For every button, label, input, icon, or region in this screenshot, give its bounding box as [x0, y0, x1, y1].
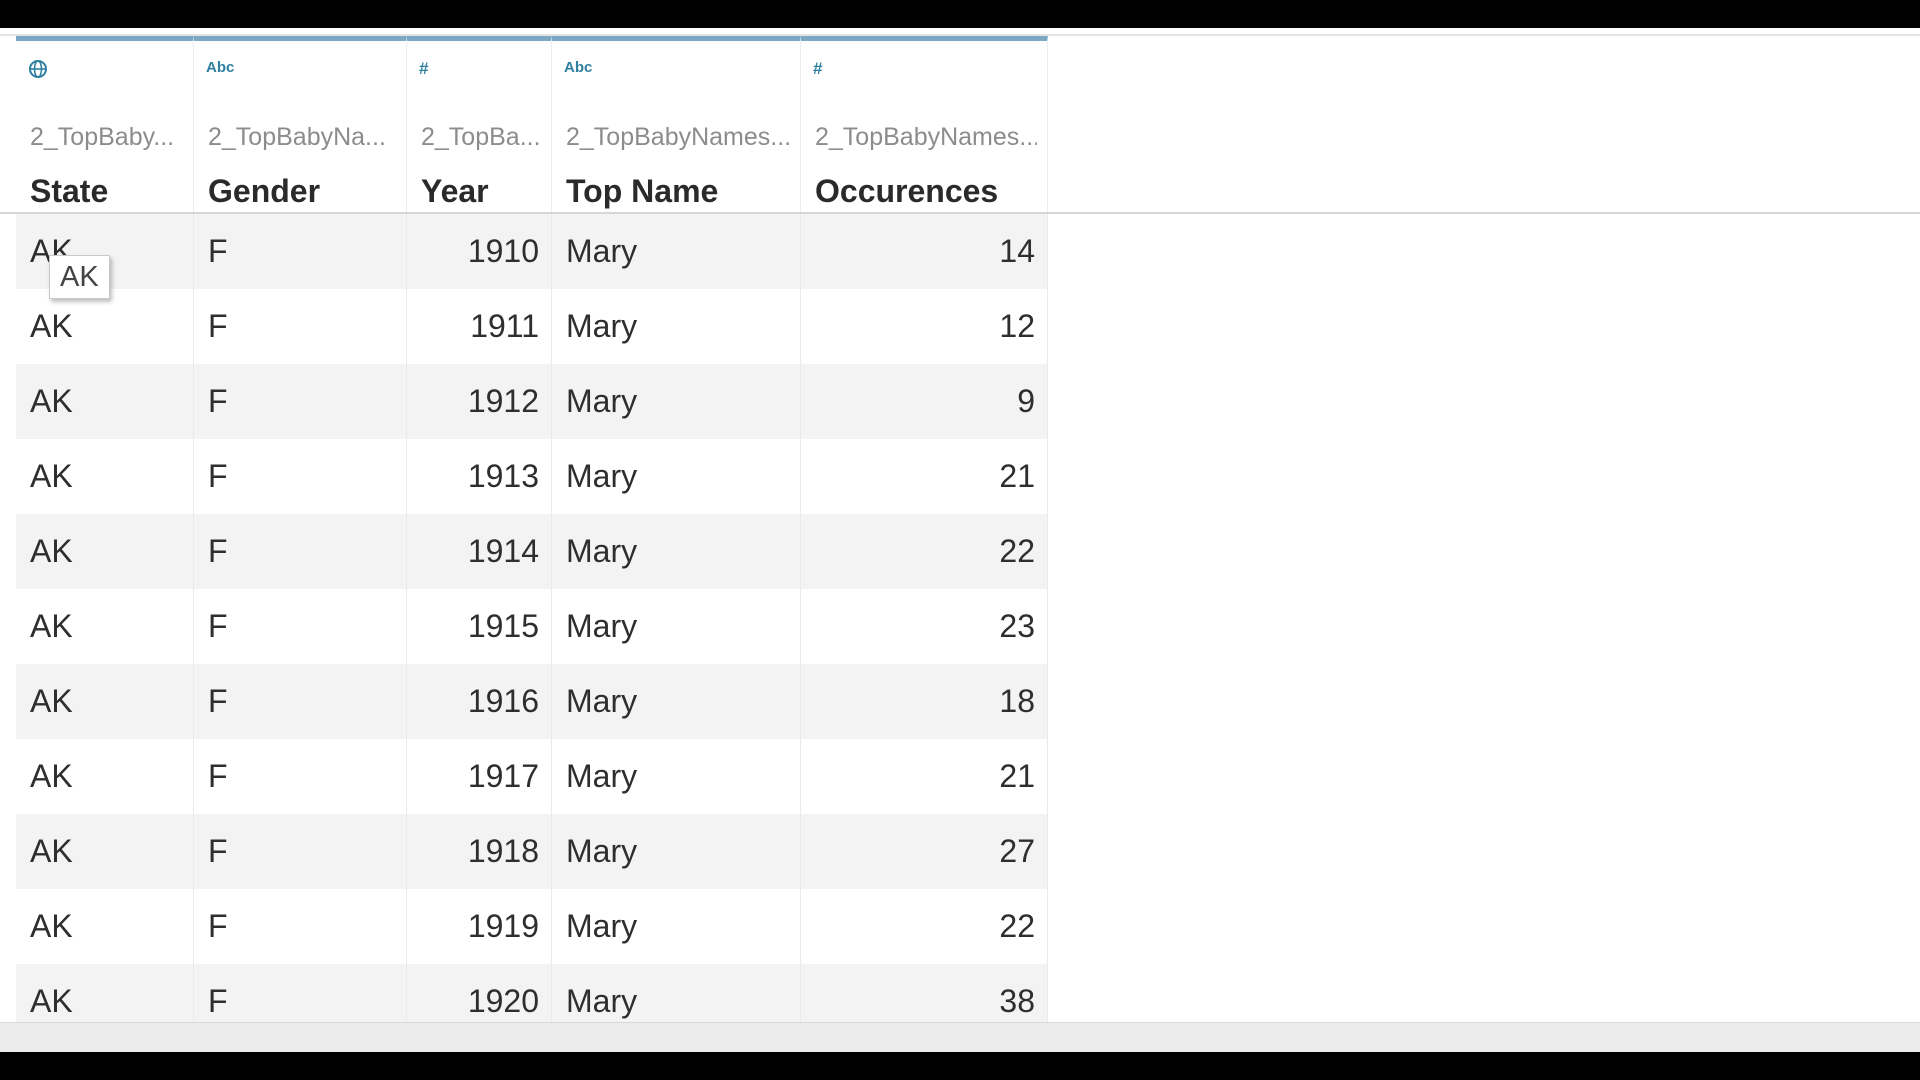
- cell-top-name[interactable]: Mary: [552, 739, 801, 814]
- cell-gender[interactable]: F: [194, 214, 407, 289]
- column-source-label: 2_TopBabyNames...: [815, 123, 1037, 151]
- row-gutter: [0, 214, 16, 289]
- row-gutter: [0, 589, 16, 664]
- table-row[interactable]: AK F 1918 Mary 27: [0, 814, 1048, 889]
- cell-tooltip: AK: [49, 255, 110, 299]
- cell-gender[interactable]: F: [194, 439, 407, 514]
- cell-top-name[interactable]: Mary: [552, 589, 801, 664]
- cell-state[interactable]: AK: [16, 889, 194, 964]
- table-row[interactable]: AK F 1915 Mary 23: [0, 589, 1048, 664]
- number-type-icon: #: [419, 59, 429, 78]
- table-row[interactable]: AK F 1913 Mary 21: [0, 439, 1048, 514]
- column-title: Occurences: [815, 173, 999, 209]
- cell-state[interactable]: AK: [16, 364, 194, 439]
- table-row[interactable]: AK F 1914 Mary 22: [0, 514, 1048, 589]
- cell-year[interactable]: 1917: [407, 739, 552, 814]
- cell-year[interactable]: 1916: [407, 664, 552, 739]
- cell-year[interactable]: 1911: [407, 289, 552, 364]
- cell-year[interactable]: 1918: [407, 814, 552, 889]
- cell-gender[interactable]: F: [194, 664, 407, 739]
- row-gutter: [0, 739, 16, 814]
- cell-occurences[interactable]: 18: [801, 664, 1048, 739]
- row-gutter: [0, 289, 16, 364]
- top-divider: [0, 28, 1920, 36]
- cell-occurences[interactable]: 14: [801, 214, 1048, 289]
- horizontal-scrollbar[interactable]: [0, 1022, 1920, 1052]
- cell-state[interactable]: AK: [16, 439, 194, 514]
- cell-top-name[interactable]: Mary: [552, 439, 801, 514]
- column-title: State: [30, 173, 109, 209]
- string-type-icon: Abc: [206, 59, 235, 76]
- cell-occurences[interactable]: 23: [801, 589, 1048, 664]
- column-source-label: 2_TopBaby...: [30, 123, 175, 151]
- column-source-label: 2_TopBabyNa...: [208, 123, 386, 151]
- cell-occurences[interactable]: 21: [801, 739, 1048, 814]
- number-type-icon: #: [813, 59, 823, 78]
- row-gutter: [0, 814, 16, 889]
- column-header-occurences[interactable]: # 2_TopBabyNames... Occurences: [801, 36, 1048, 212]
- row-gutter: [0, 364, 16, 439]
- cell-occurences[interactable]: 22: [801, 889, 1048, 964]
- cell-state[interactable]: AK: [16, 289, 194, 364]
- cell-gender[interactable]: F: [194, 514, 407, 589]
- cell-state[interactable]: AK: [16, 589, 194, 664]
- table-row[interactable]: AK F 1911 Mary 12: [0, 289, 1048, 364]
- cell-gender[interactable]: F: [194, 589, 407, 664]
- cell-top-name[interactable]: Mary: [552, 889, 801, 964]
- row-gutter: [0, 889, 16, 964]
- column-header-year[interactable]: # 2_TopBa... Year: [407, 36, 552, 212]
- cell-top-name[interactable]: Mary: [552, 364, 801, 439]
- cell-state[interactable]: AK: [16, 664, 194, 739]
- cell-occurences[interactable]: 9: [801, 364, 1048, 439]
- table-row[interactable]: AK F 1919 Mary 22: [0, 889, 1048, 964]
- string-type-icon: Abc: [564, 59, 593, 76]
- row-gutter: [0, 439, 16, 514]
- cell-top-name[interactable]: Mary: [552, 514, 801, 589]
- column-header-row: 2_TopBaby... State Abc 2_TopBabyNa... Ge…: [0, 36, 1920, 214]
- data-grid-window: 2_TopBaby... State Abc 2_TopBabyNa... Ge…: [0, 28, 1920, 1052]
- cell-top-name[interactable]: Mary: [552, 214, 801, 289]
- column-title: Year: [421, 173, 489, 209]
- cell-top-name[interactable]: Mary: [552, 289, 801, 364]
- cell-occurences[interactable]: 12: [801, 289, 1048, 364]
- table-row[interactable]: AK F 1912 Mary 9: [0, 364, 1048, 439]
- column-source-label: 2_TopBabyNames...: [566, 123, 790, 151]
- cell-occurences[interactable]: 21: [801, 439, 1048, 514]
- cell-occurences[interactable]: 22: [801, 514, 1048, 589]
- cell-year[interactable]: 1913: [407, 439, 552, 514]
- table-body: AK F 1910 Mary 14 AK F 1911 Mary 12 AK F 1912 Mary 9 AK…: [0, 214, 1048, 1039]
- cell-top-name[interactable]: Mary: [552, 664, 801, 739]
- cell-state[interactable]: AK: [16, 739, 194, 814]
- column-title: Top Name: [566, 173, 719, 209]
- cell-gender[interactable]: F: [194, 889, 407, 964]
- column-title: Gender: [208, 173, 321, 209]
- cell-state[interactable]: AK: [16, 814, 194, 889]
- row-gutter: [0, 514, 16, 589]
- column-header-gender[interactable]: Abc 2_TopBabyNa... Gender: [194, 36, 407, 212]
- globe-icon: [28, 59, 48, 84]
- cell-gender[interactable]: F: [194, 289, 407, 364]
- cell-occurences[interactable]: 27: [801, 814, 1048, 889]
- cell-year[interactable]: 1914: [407, 514, 552, 589]
- cell-top-name[interactable]: Mary: [552, 814, 801, 889]
- table-row[interactable]: AK F 1917 Mary 21: [0, 739, 1048, 814]
- table-row[interactable]: AK F 1916 Mary 18: [0, 664, 1048, 739]
- table-row[interactable]: AK F 1910 Mary 14: [0, 214, 1048, 289]
- cell-year[interactable]: 1910: [407, 214, 552, 289]
- cell-year[interactable]: 1919: [407, 889, 552, 964]
- cell-gender[interactable]: F: [194, 364, 407, 439]
- cell-year[interactable]: 1915: [407, 589, 552, 664]
- cell-state[interactable]: AK: [16, 514, 194, 589]
- column-header-top-name[interactable]: Abc 2_TopBabyNames... Top Name: [552, 36, 801, 212]
- cell-gender[interactable]: F: [194, 814, 407, 889]
- column-source-label: 2_TopBa...: [421, 123, 541, 151]
- cell-gender[interactable]: F: [194, 739, 407, 814]
- column-header-state[interactable]: 2_TopBaby... State: [16, 36, 194, 212]
- row-gutter: [0, 664, 16, 739]
- cell-year[interactable]: 1912: [407, 364, 552, 439]
